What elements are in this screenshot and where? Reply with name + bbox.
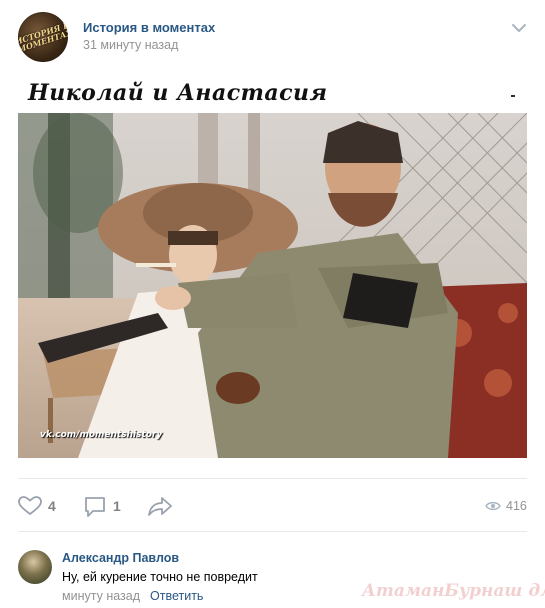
avatar-logo-text: ИСТОРИЯ В МОМЕНТАХ	[18, 19, 68, 55]
comment-count[interactable]: 1	[113, 498, 121, 514]
divider	[18, 478, 527, 479]
image-title: Николай и Анастасия	[28, 80, 328, 106]
like-count[interactable]: 4	[48, 498, 56, 514]
site-watermark: АтаманБурнаш для ЯП	[362, 581, 545, 601]
group-name-link[interactable]: История в моментах	[83, 20, 215, 35]
post-timestamp[interactable]: 31 минуту назад	[83, 38, 178, 52]
heart-icon[interactable]	[18, 496, 42, 516]
share-arrow-icon[interactable]	[147, 496, 173, 516]
title-dot	[511, 95, 515, 97]
reply-button[interactable]: Ответить	[150, 589, 203, 603]
post-photo[interactable]	[18, 113, 527, 458]
comment-text: Ну, ей курение точно не повредит	[62, 570, 258, 584]
comment-icon[interactable]	[84, 496, 106, 518]
commenter-avatar[interactable]	[18, 550, 52, 584]
photo-watermark: vk.com/momentshistory	[40, 430, 163, 440]
eye-icon	[485, 501, 501, 511]
views-count: 416	[506, 499, 527, 513]
group-avatar[interactable]: ИСТОРИЯ В МОМЕНТАХ	[18, 12, 68, 62]
divider	[18, 531, 527, 532]
comment-author-link[interactable]: Александр Павлов	[62, 551, 179, 565]
comment-timestamp[interactable]: минуту назад	[62, 589, 140, 603]
chevron-down-icon[interactable]	[511, 22, 527, 34]
